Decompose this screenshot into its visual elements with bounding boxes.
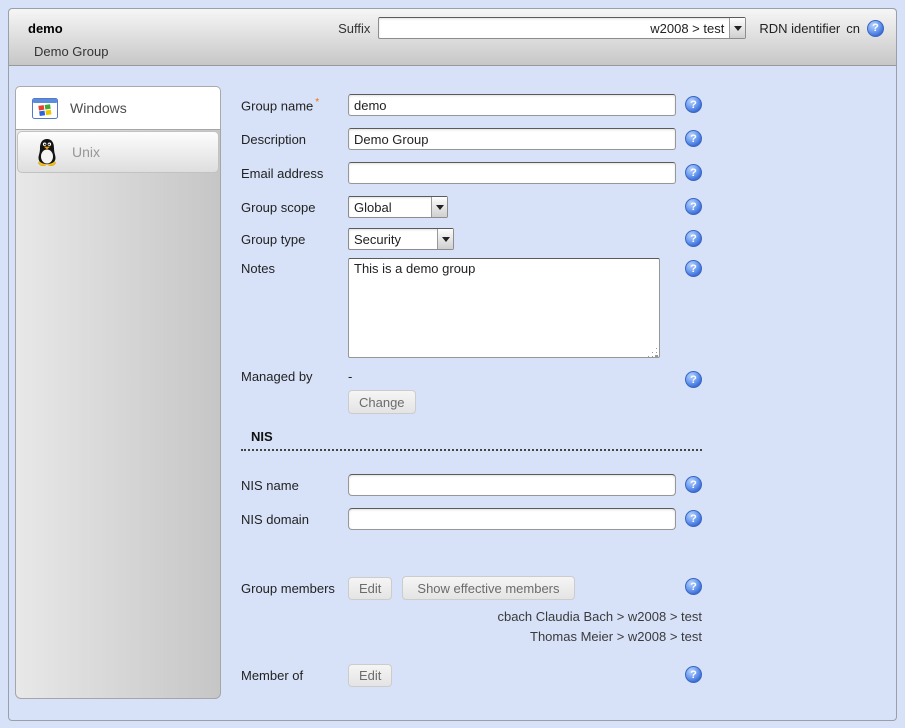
page-subtitle: Demo Group xyxy=(9,44,896,59)
group-type-label: Group type xyxy=(241,232,348,247)
change-button[interactable]: Change xyxy=(348,390,416,414)
help-icon[interactable]: ? xyxy=(685,130,702,147)
help-icon[interactable]: ? xyxy=(685,666,702,683)
windows-group-form: Group name* ? Description ? Email addres… xyxy=(241,86,702,720)
group-scope-value: Global xyxy=(349,197,431,217)
rdn-identifier-value: cn xyxy=(846,21,860,36)
nis-name-input[interactable] xyxy=(348,474,676,496)
group-edit-window: demo Suffix w2008 > test RDN identifier … xyxy=(8,8,897,721)
email-input[interactable] xyxy=(348,162,676,184)
group-members-label: Group members xyxy=(241,581,348,596)
managed-by-value: - xyxy=(348,369,416,384)
nis-name-label: NIS name xyxy=(241,478,348,493)
dropdown-arrow-icon[interactable] xyxy=(431,197,447,217)
group-scope-row: Group scope Global ? xyxy=(241,196,702,218)
notes-textarea[interactable]: This is a demo group xyxy=(348,258,660,358)
header: demo Suffix w2008 > test RDN identifier … xyxy=(9,9,896,66)
tux-icon xyxy=(30,138,64,166)
group-name-row: Group name* ? xyxy=(241,94,702,116)
notes-row: Notes This is a demo group ? xyxy=(241,258,702,361)
email-label: Email address xyxy=(241,166,348,181)
group-type-value: Security xyxy=(349,229,437,249)
resize-grip-icon[interactable] xyxy=(656,356,657,357)
group-name-label: Group name* xyxy=(241,97,348,113)
email-row: Email address ? xyxy=(241,162,702,184)
nis-domain-input[interactable] xyxy=(348,508,676,530)
group-type-row: Group type Security ? xyxy=(241,228,702,250)
member-of-label: Member of xyxy=(241,668,348,683)
description-input[interactable] xyxy=(348,128,676,150)
nis-section-heading: NIS xyxy=(241,429,702,451)
description-label: Description xyxy=(241,132,348,147)
member-of-edit-button[interactable]: Edit xyxy=(348,664,392,687)
group-type-select[interactable]: Security xyxy=(348,228,454,250)
group-members-edit-button[interactable]: Edit xyxy=(348,577,392,600)
windows-logo-icon xyxy=(28,98,62,119)
nis-name-row: NIS name ? xyxy=(241,474,702,496)
suffix-label: Suffix xyxy=(338,21,370,36)
group-scope-label: Group scope xyxy=(241,200,348,215)
help-icon[interactable]: ? xyxy=(685,578,702,595)
nis-domain-row: NIS domain ? xyxy=(241,508,702,530)
managed-by-label: Managed by xyxy=(241,369,348,384)
description-row: Description ? xyxy=(241,128,702,150)
nis-domain-label: NIS domain xyxy=(241,512,348,527)
dropdown-arrow-icon[interactable] xyxy=(437,229,453,249)
group-name-input[interactable] xyxy=(348,94,676,116)
dropdown-arrow-icon[interactable] xyxy=(729,18,745,38)
sidebar-background: Unix xyxy=(15,129,221,699)
suffix-select[interactable]: w2008 > test xyxy=(378,17,746,39)
tab-unix[interactable]: Unix xyxy=(17,131,219,173)
help-icon[interactable]: ? xyxy=(685,230,702,247)
tab-windows[interactable]: Windows xyxy=(15,86,221,129)
help-icon[interactable]: ? xyxy=(685,510,702,527)
module-tabs-sidebar: Windows Unix xyxy=(15,86,221,699)
tab-windows-label: Windows xyxy=(70,100,127,116)
help-icon[interactable]: ? xyxy=(685,371,702,388)
help-icon[interactable]: ? xyxy=(685,164,702,181)
tab-unix-label: Unix xyxy=(72,144,100,160)
help-icon[interactable]: ? xyxy=(685,96,702,113)
group-scope-select[interactable]: Global xyxy=(348,196,448,218)
required-icon: * xyxy=(315,97,319,108)
group-member-item: Thomas Meier > w2008 > test xyxy=(497,627,702,647)
notes-label: Notes xyxy=(241,258,348,276)
help-icon[interactable]: ? xyxy=(685,198,702,215)
member-of-row: Member of Edit ? xyxy=(241,664,702,687)
help-icon[interactable]: ? xyxy=(867,20,884,37)
help-icon[interactable]: ? xyxy=(685,476,702,493)
help-icon[interactable]: ? xyxy=(685,260,702,277)
show-effective-members-button[interactable]: Show effective members xyxy=(402,576,574,600)
managed-by-row: Managed by - Change ? xyxy=(241,369,702,414)
group-members-row: Group members Edit Show effective member… xyxy=(241,576,702,600)
suffix-selected-value: w2008 > test xyxy=(379,18,729,38)
group-members-list: cbach Claudia Bach > w2008 > test Thomas… xyxy=(497,607,702,647)
group-member-item: cbach Claudia Bach > w2008 > test xyxy=(497,607,702,627)
rdn-identifier-label: RDN identifier xyxy=(759,21,840,36)
page-title: demo xyxy=(28,21,63,36)
